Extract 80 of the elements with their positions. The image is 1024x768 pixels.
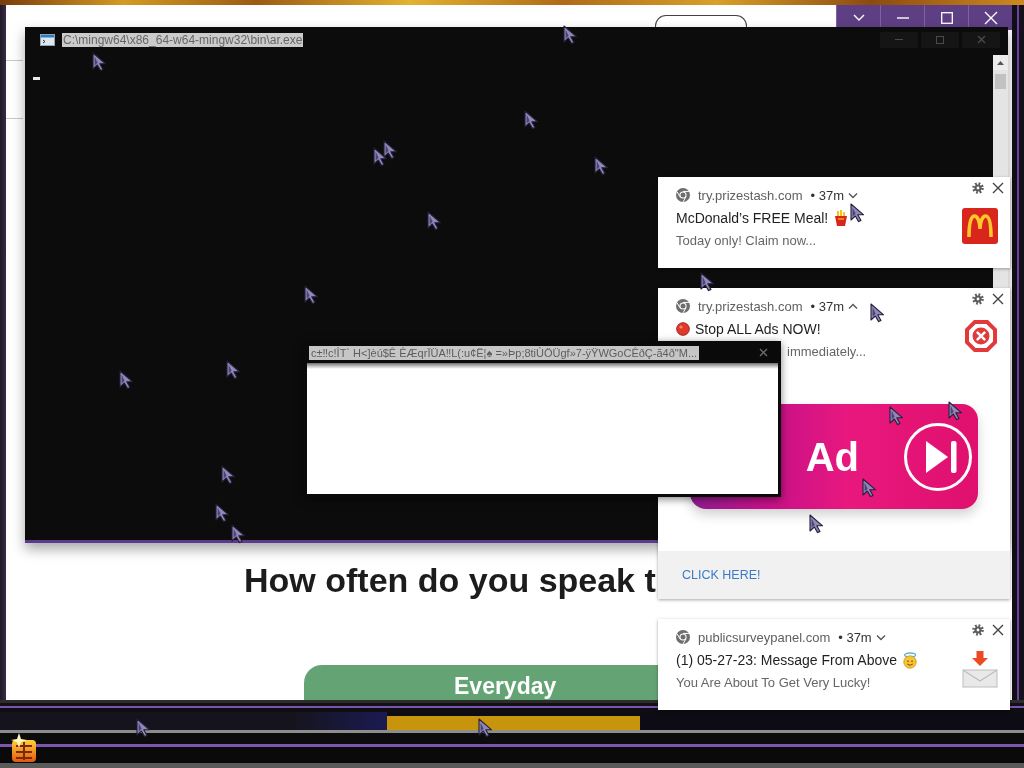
notification-body: immediately... <box>787 343 868 361</box>
close-icon <box>992 624 1004 636</box>
console-app-icon <box>40 33 55 46</box>
chevron-down-icon <box>852 14 865 21</box>
notification-title: (1) 05-27-23: Message From Above <box>676 651 897 669</box>
pointer-icon <box>889 406 904 426</box>
pointer-icon <box>478 718 493 738</box>
arches-logo-icon <box>962 208 998 244</box>
fries-icon <box>833 210 848 226</box>
action-link[interactable]: CLICK HERE! <box>682 568 761 582</box>
chevron-up-icon[interactable] <box>847 302 858 310</box>
time-label: • 37m <box>810 187 844 203</box>
close-icon <box>976 35 986 44</box>
scroll-up-button[interactable] <box>993 55 1008 70</box>
chevron-down-icon[interactable] <box>875 633 886 641</box>
skip-icon <box>903 421 973 492</box>
pointer-icon <box>700 272 715 292</box>
chevron-down-icon[interactable] <box>847 191 858 199</box>
time-label: • 37m <box>838 629 872 645</box>
site-icon <box>676 188 690 202</box>
halo-face-icon <box>902 651 918 669</box>
site-name: try.prizestash.com <box>698 187 803 203</box>
window-title: C:\mingw64\x86_64-w64-mingw32\bin\ar.exe <box>62 32 304 47</box>
settings-button[interactable] <box>972 293 984 305</box>
close-icon <box>992 293 1004 305</box>
close-icon <box>758 348 768 357</box>
pointer-icon <box>215 503 230 523</box>
pointer-icon <box>304 285 319 305</box>
pointer-icon <box>862 478 877 498</box>
site-name: publicsurveypanel.com <box>698 629 831 645</box>
close-icon <box>983 10 998 25</box>
site-icon <box>676 630 690 644</box>
pointer-icon <box>850 203 865 223</box>
pointer-icon <box>373 147 388 167</box>
minimize-icon <box>896 16 909 19</box>
pointer-icon <box>119 370 134 390</box>
text-cursor-icon <box>33 77 40 80</box>
maximize-icon <box>940 11 953 24</box>
dialog-title: c±‼c!ÎT` H<]èú$Ê ÊÆqrÏÜA‼L(:u¢Ë¦♠ =»Þp;8tiÙÖÜgf»7-ÿŸWGoCÊðÇ-ã4ð"M... <box>309 345 700 360</box>
scroll-thumb[interactable] <box>995 74 1006 89</box>
pointer-icon <box>563 25 578 45</box>
notification-body: Today only! Claim now... <box>676 232 818 250</box>
pointer-icon <box>221 465 236 485</box>
settings-button[interactable] <box>972 182 984 194</box>
settings-icon <box>972 624 984 636</box>
notification-body: You Are About To Get Very Lucky! <box>676 674 872 692</box>
time-label: • 37m <box>810 298 844 314</box>
stop-sign-icon <box>964 319 998 353</box>
pointer-icon <box>226 360 241 380</box>
site-icon <box>676 299 690 313</box>
pointer-icon <box>948 401 963 421</box>
answer-button[interactable]: Everyday <box>304 665 658 700</box>
banner-text: Ad <box>805 433 859 480</box>
header-button[interactable] <box>655 15 747 27</box>
pointer-icon <box>136 718 151 738</box>
mail-download-icon <box>962 650 998 688</box>
pointer-icon <box>594 156 609 176</box>
settings-icon <box>972 293 984 305</box>
pointer-icon <box>524 110 539 130</box>
settings-icon <box>972 182 984 194</box>
page-heading: How often do you speak t <box>244 560 656 600</box>
maximize-icon <box>936 35 944 44</box>
close-button[interactable] <box>992 293 1004 305</box>
notification-title: McDonald’s FREE Meal! <box>676 209 829 227</box>
dot-icon <box>676 322 690 336</box>
close-button[interactable] <box>992 182 1004 194</box>
minimize-icon <box>895 39 903 40</box>
pointer-icon <box>427 211 442 231</box>
pointer-icon <box>383 140 398 160</box>
pointer-icon <box>809 514 824 534</box>
pointer-icon <box>231 524 246 544</box>
notification-title: Stop ALL Ads NOW! <box>695 320 821 338</box>
app-logo-icon[interactable] <box>10 733 38 763</box>
pointer-icon <box>870 303 885 323</box>
close-button[interactable] <box>992 624 1004 636</box>
settings-button[interactable] <box>972 624 984 636</box>
site-name: try.prizestash.com <box>698 298 803 314</box>
arrow-up-icon <box>997 60 1004 65</box>
close-icon <box>992 182 1004 194</box>
pointer-icon <box>92 52 107 72</box>
